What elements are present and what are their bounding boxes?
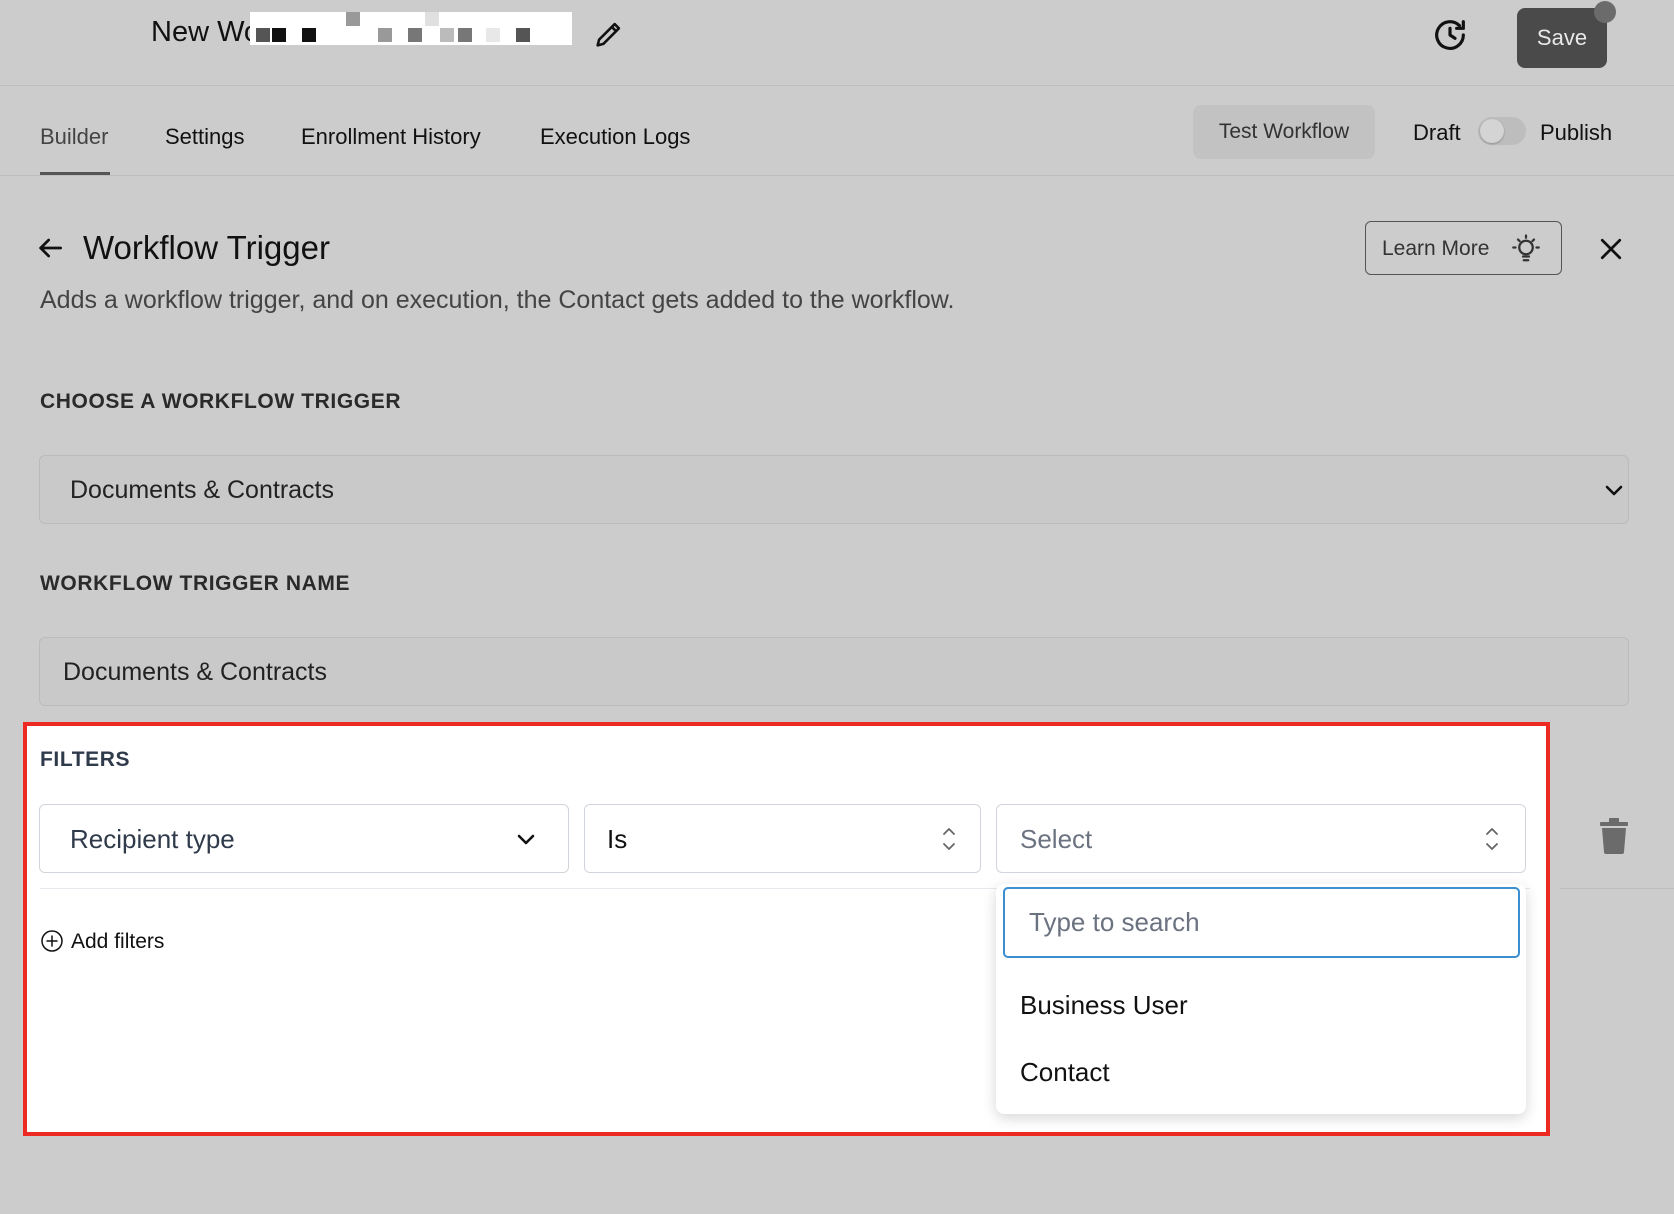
trash-divider <box>1560 888 1674 889</box>
close-icon[interactable] <box>1596 234 1626 264</box>
lightbulb-icon <box>1512 234 1540 262</box>
updown-icon <box>943 828 955 850</box>
save-badge-dot <box>1594 1 1616 23</box>
tab-execution-logs[interactable]: Execution Logs <box>540 124 690 150</box>
tab-builder[interactable]: Builder <box>40 124 108 150</box>
back-arrow-icon[interactable] <box>34 232 66 264</box>
chevron-down-icon <box>1605 485 1623 496</box>
option-business-user[interactable]: Business User <box>1020 990 1188 1021</box>
filter-value-placeholder: Select <box>1020 824 1093 854</box>
filter-operator-value: Is <box>607 824 628 854</box>
trigger-name-input[interactable]: Documents & Contracts <box>39 637 1629 706</box>
learn-more-button[interactable]: Learn More <box>1365 221 1562 275</box>
option-contact[interactable]: Contact <box>1020 1057 1110 1088</box>
panel-title: Workflow Trigger <box>83 229 330 266</box>
dropdown-search-input[interactable] <box>1003 887 1520 958</box>
filter-field-select[interactable]: Recipient type <box>39 804 569 873</box>
tab-bar: Builder Settings Enrollment History Exec… <box>0 86 1674 176</box>
panel-description: Adds a workflow trigger, and on executio… <box>40 286 955 314</box>
trash-icon[interactable] <box>1598 818 1630 854</box>
tab-settings[interactable]: Settings <box>165 124 245 150</box>
publish-toggle[interactable] <box>1478 117 1526 145</box>
trigger-select-value: Documents & Contracts <box>70 476 334 504</box>
filter-field-value: Recipient type <box>70 824 235 854</box>
redacted-title-block <box>250 12 572 45</box>
toggle-knob <box>1480 119 1504 143</box>
trigger-name-value: Documents & Contracts <box>63 658 327 686</box>
filters-section-label: FILTERS <box>40 748 131 771</box>
active-tab-indicator <box>40 172 110 175</box>
trigger-section-label: CHOOSE A WORKFLOW TRIGGER <box>40 390 402 413</box>
trigger-select[interactable]: Documents & Contracts <box>39 455 1629 524</box>
plus-circle-icon <box>41 930 63 952</box>
tab-enrollment-history[interactable]: Enrollment History <box>301 124 481 150</box>
filter-value-dropdown: Business User Contact <box>996 884 1526 1114</box>
publish-label: Publish <box>1540 120 1613 145</box>
history-icon[interactable] <box>1430 15 1470 55</box>
save-button[interactable]: Save <box>1517 8 1607 68</box>
filter-operator-select[interactable]: Is <box>584 804 981 873</box>
workflow-title[interactable]: New Wo <box>151 16 260 49</box>
trigger-name-section-label: WORKFLOW TRIGGER NAME <box>40 572 351 595</box>
learn-more-label: Learn More <box>1382 237 1490 260</box>
add-filters-label: Add filters <box>71 930 165 953</box>
top-bar: New Wo Save <box>0 0 1674 86</box>
draft-label: Draft <box>1413 120 1461 145</box>
test-workflow-button[interactable]: Test Workflow <box>1193 105 1375 159</box>
filter-value-select[interactable]: Select <box>996 804 1526 873</box>
updown-icon <box>1486 828 1498 850</box>
pencil-icon[interactable] <box>592 17 626 51</box>
chevron-down-icon <box>517 834 535 845</box>
